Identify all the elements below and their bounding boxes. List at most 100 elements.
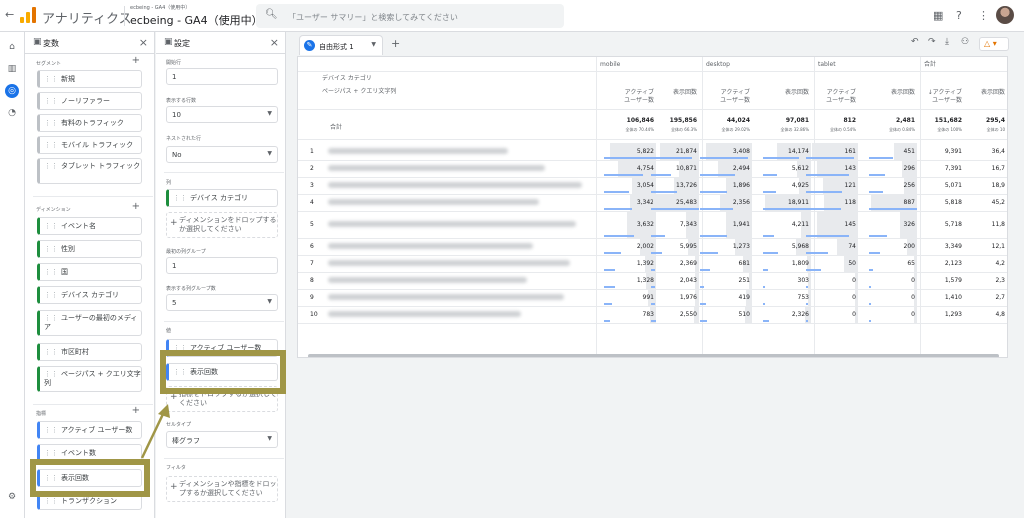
cell-bar — [700, 269, 710, 271]
cell-bar — [604, 191, 629, 193]
blurred-page-path — [328, 277, 527, 283]
apps-icon[interactable]: ▦ — [933, 9, 943, 22]
cell-bar — [651, 320, 656, 322]
table-cell: 1,976 — [679, 294, 697, 301]
cell-bar — [651, 269, 655, 271]
share-icon[interactable]: ⚇ — [961, 37, 969, 47]
row-number: 1 — [310, 148, 314, 155]
more-vert-icon[interactable]: ⋮ — [978, 9, 989, 22]
segment-chip[interactable]: ⋮⋮ 新規 — [37, 70, 142, 88]
table-cell: 36,4 — [991, 148, 1005, 155]
start-group-label: 最初の列グループ — [166, 249, 206, 255]
chevron-down-icon: ▼ — [267, 298, 272, 305]
table-cell: 887 — [903, 199, 915, 206]
chevron-down-icon[interactable]: ▼ — [371, 41, 376, 48]
group-header-desktop: desktop — [706, 61, 730, 68]
start-row-input[interactable]: 1 — [166, 68, 278, 85]
start-group-input[interactable]: 1 — [166, 257, 278, 274]
dimension-chip[interactable]: ⋮⋮ ページパス + クエリ文字列 — [37, 366, 142, 392]
warning-button[interactable]: △ ▾ — [979, 37, 1009, 51]
metric-column-header: 表示回数 — [672, 89, 697, 96]
row-number: 5 — [310, 221, 314, 228]
table-cell: 256 — [903, 182, 915, 189]
table-cell: 13,726 — [676, 182, 697, 189]
settings-icon: ▣ — [164, 37, 173, 47]
property-selector[interactable]: ecbeing - GA4（使用中） — [130, 12, 263, 28]
nested-rows-select[interactable]: No ▼ — [166, 146, 278, 163]
metric-chip[interactable]: ⋮⋮ トランザクション — [37, 492, 142, 510]
table-cell: 5,612 — [791, 165, 809, 172]
horizontal-scrollbar[interactable] — [308, 354, 999, 357]
show-rows-select[interactable]: 10 ▼ — [166, 106, 278, 123]
redo-icon[interactable]: ↷ — [928, 37, 936, 47]
metric-chip-highlighted[interactable]: ⋮⋮ 表示回数 — [37, 469, 142, 487]
drop-filter-zone[interactable]: + ディメンションや指標をドロップするか選択してください — [166, 476, 278, 502]
dimension-chip[interactable]: ⋮⋮ ユーザーの最初のメディア — [37, 310, 142, 336]
add-dimension-button[interactable]: + — [132, 201, 140, 212]
table-cell: 45,2 — [991, 199, 1005, 206]
segment-chip[interactable]: ⋮⋮ タブレット トラフィック — [37, 158, 142, 184]
table-cell: 510 — [738, 311, 750, 318]
help-icon[interactable]: ? — [956, 9, 962, 22]
pencil-icon: ✎ — [304, 40, 315, 51]
drop-dimension-zone[interactable]: + ディメンションをドロップするか選択してください — [166, 212, 278, 238]
row-number: 10 — [310, 311, 318, 318]
tab-freeform-1[interactable]: ✎ 自由形式 1 ▼ — [299, 35, 383, 55]
dimension-chip[interactable]: ⋮⋮ イベント名 — [37, 217, 142, 235]
cell-bar — [806, 235, 849, 237]
blurred-page-path — [328, 243, 533, 249]
cell-bar — [700, 235, 727, 237]
cell-bar — [763, 208, 811, 210]
metric-chip[interactable]: ⋮⋮ アクティブ ユーザー数 — [37, 421, 142, 439]
show-groups-select[interactable]: 5 ▼ — [166, 294, 278, 311]
metric-label: 指標 — [36, 411, 47, 417]
value-metric-chip[interactable]: ⋮⋮ アクティブ ユーザー数 — [166, 339, 278, 357]
back-arrow-icon[interactable]: ← — [5, 8, 14, 21]
add-segment-button[interactable]: + — [132, 55, 140, 66]
cell-bar — [651, 191, 677, 193]
dimension-chip[interactable]: ⋮⋮ 国 — [37, 263, 142, 281]
cell-bar — [604, 269, 615, 271]
download-icon[interactable]: ⤓ — [945, 37, 949, 47]
cell-bar — [700, 208, 733, 210]
show-rows-label: 表示する行数 — [166, 98, 197, 104]
table-cell: 1,941 — [732, 221, 750, 228]
metric-chip[interactable]: ⋮⋮ イベント数 — [37, 444, 142, 462]
cell-type-select[interactable]: 棒グラフ ▼ — [166, 431, 278, 448]
advertising-icon[interactable]: ◔ — [5, 106, 19, 120]
column-dimension-chip[interactable]: ⋮⋮ デバイス カテゴリ — [166, 189, 278, 207]
cell-bar — [806, 174, 849, 176]
reports-icon[interactable]: ▥ — [5, 62, 19, 76]
gear-icon[interactable]: ⚙ — [5, 490, 19, 504]
close-icon[interactable]: × — [270, 36, 279, 49]
dimension-chip[interactable]: ⋮⋮ 性別 — [37, 240, 142, 258]
cell-bar — [869, 208, 917, 210]
property-path[interactable]: ecbeing - GA4（使用中） — [130, 4, 190, 11]
add-tab-button[interactable]: + — [391, 37, 400, 50]
dimension-chip[interactable]: ⋮⋮ 市区町村 — [37, 343, 142, 361]
home-icon[interactable]: ⌂ — [5, 40, 19, 54]
avatar[interactable] — [996, 6, 1014, 24]
blurred-page-path — [328, 165, 545, 171]
drop-metric-zone[interactable]: + 指標をドロップするか選択してください — [166, 386, 278, 412]
table-cell: 12,1 — [991, 243, 1005, 250]
metric-column-header: アクティブ ユーザー数 — [720, 89, 750, 104]
search-bar[interactable]: 🔍︎ 「ユーザー サマリー」と検索してみてください — [256, 4, 564, 28]
total-percent: 全体の 0.84% — [889, 127, 915, 132]
table-cell: 2,356 — [732, 199, 750, 206]
cell-bar — [869, 303, 871, 305]
close-icon[interactable]: × — [139, 36, 148, 49]
segment-chip[interactable]: ⋮⋮ ノーリファラー — [37, 92, 142, 110]
cell-bar — [604, 208, 632, 210]
dimension-chip[interactable]: ⋮⋮ デバイス カテゴリ — [37, 286, 142, 304]
undo-icon[interactable]: ↶ — [911, 37, 919, 47]
cell-bar — [604, 174, 643, 176]
show-groups-label: 表示する列グループ数 — [166, 286, 216, 292]
segment-chip[interactable]: ⋮⋮ 有料のトラフィック — [37, 114, 142, 132]
explore-icon[interactable]: ◎ — [5, 84, 19, 98]
table-cell: 65 — [907, 260, 915, 267]
value-metric-chip-highlighted[interactable]: ⋮⋮ 表示回数 — [166, 363, 278, 381]
table-cell: 145 — [844, 221, 856, 228]
segment-chip[interactable]: ⋮⋮ モバイル トラフィック — [37, 136, 142, 154]
add-metric-button[interactable]: + — [132, 405, 140, 416]
